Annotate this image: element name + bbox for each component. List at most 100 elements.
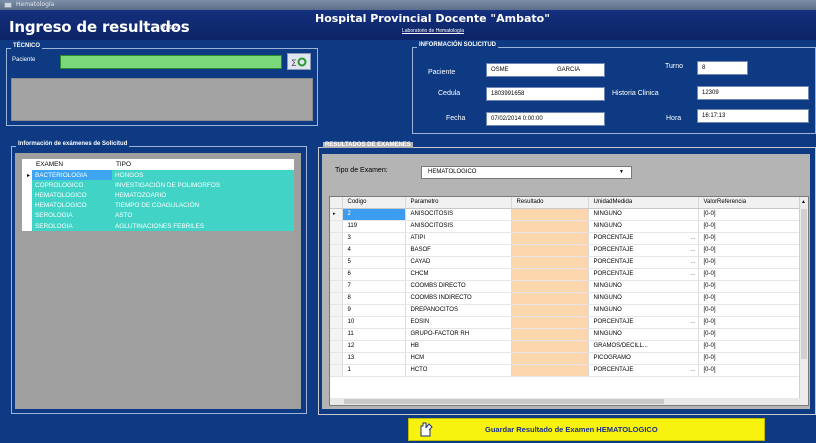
referencia-cell[interactable]: [0-0] — [698, 352, 801, 365]
result-row[interactable]: 1HCTO PORCENTAJE[0-0] — [330, 364, 801, 377]
referencia-cell[interactable]: [0-0] — [698, 280, 801, 293]
parametro-cell[interactable]: ATIPI — [405, 232, 512, 245]
exam-row[interactable]: HEMATOLOGICO HEMATOZOARIO — [22, 190, 294, 201]
search-patient-button[interactable]: Σ — [287, 53, 311, 70]
column-header-codigo[interactable]: Codigo — [342, 197, 406, 209]
row-selector[interactable] — [330, 244, 343, 257]
result-row[interactable]: ▸ 2 ANISOCITOSIS NINGUNO [0-0] — [330, 208, 801, 221]
codigo-cell[interactable]: 7 — [342, 280, 406, 293]
row-selector[interactable] — [330, 328, 343, 341]
unidad-cell[interactable]: PORCENTAJE — [588, 244, 699, 257]
unidad-cell[interactable]: NINGUNO — [588, 292, 699, 305]
column-header-parametro[interactable]: Parametro — [405, 197, 512, 209]
parametro-cell[interactable]: COOMBS DIRECTO — [405, 280, 512, 293]
referencia-cell[interactable]: [0-0] — [698, 304, 801, 317]
referencia-cell[interactable]: [0-0] — [698, 328, 801, 341]
parametro-cell[interactable]: CHCM — [405, 268, 512, 281]
referencia-cell[interactable]: [0-0] — [698, 232, 801, 245]
patient-list-panel[interactable] — [11, 78, 313, 121]
result-row[interactable]: 8 COOMBS INDIRECTO NINGUNO [0-0] — [330, 292, 801, 305]
exam-name[interactable]: BACTERIOLOGIA — [32, 170, 112, 181]
resultado-input[interactable] — [511, 244, 589, 257]
resultado-input[interactable] — [511, 220, 589, 233]
codigo-cell[interactable]: 1 — [342, 364, 406, 377]
parametro-cell[interactable]: HCTO — [405, 364, 512, 377]
row-selector-icon[interactable]: ▸ — [330, 208, 343, 221]
codigo-cell[interactable]: 8 — [342, 292, 406, 305]
resultado-input[interactable] — [511, 328, 589, 341]
exam-type[interactable]: TIEMPO DE COAGULACIÓN — [112, 200, 294, 211]
row-selector[interactable] — [330, 220, 343, 233]
result-row[interactable]: 13 HCM PICOGRAMO [0-0] — [330, 352, 801, 365]
parametro-cell[interactable]: HCM — [405, 352, 512, 365]
row-selector[interactable] — [330, 340, 343, 353]
resultado-input[interactable] — [511, 352, 589, 365]
exam-name[interactable]: SEROLOGIA — [32, 220, 112, 232]
exam-type[interactable]: ASTO — [112, 210, 294, 221]
exam-name[interactable]: HEMATOLOGICO — [32, 200, 112, 211]
column-header-resultado[interactable]: Resultado — [511, 197, 589, 209]
exam-name[interactable]: SEROLOGIA — [32, 210, 112, 221]
result-row[interactable]: 6CHCM PORCENTAJE[0-0] — [330, 268, 801, 281]
resultado-input[interactable] — [511, 256, 589, 269]
column-header-tipo[interactable]: TIPO — [112, 159, 294, 170]
parametro-cell[interactable]: BASOF — [405, 244, 512, 257]
codigo-cell[interactable]: 10 — [342, 316, 406, 329]
referencia-cell[interactable]: [0-0] — [698, 244, 801, 257]
exam-row[interactable]: COPROLOGICO INVESTIGACIÓN DE POLIMORFOS — [22, 180, 294, 191]
unidad-cell[interactable]: GRAMOS/DECILL... — [588, 340, 699, 353]
parametro-cell[interactable]: GRUPO-FACTOR RH — [405, 328, 512, 341]
row-selector[interactable] — [330, 280, 343, 293]
horizontal-scrollbar[interactable] — [330, 398, 800, 405]
unidad-cell[interactable]: PORCENTAJE — [588, 268, 699, 281]
codigo-cell[interactable]: 119 — [342, 220, 406, 233]
row-selector[interactable] — [330, 256, 343, 269]
unidad-cell[interactable]: NINGUNO — [588, 280, 699, 293]
referencia-cell[interactable]: [0-0] — [698, 268, 801, 281]
unidad-cell[interactable]: PORCENTAJE — [588, 232, 699, 245]
codigo-cell[interactable]: 9 — [342, 304, 406, 317]
codigo-cell[interactable]: 4 — [342, 244, 406, 257]
parametro-cell[interactable]: DREPANOCITOS — [405, 304, 512, 317]
row-selector[interactable] — [22, 190, 32, 201]
resultado-input[interactable] — [511, 316, 589, 329]
codigo-cell[interactable]: 2 — [342, 208, 406, 221]
parametro-cell[interactable]: ANISOCITOSIS — [405, 220, 512, 233]
row-selector[interactable] — [22, 180, 32, 191]
referencia-cell[interactable]: [0-0] — [698, 316, 801, 329]
parametro-cell[interactable]: EOSIN — [405, 316, 512, 329]
result-row[interactable]: 11 GRUPO-FACTOR RH NINGUNO [0-0] — [330, 328, 801, 341]
row-selector[interactable] — [330, 364, 343, 377]
referencia-cell[interactable]: [0-0] — [698, 364, 801, 377]
row-selector[interactable] — [22, 210, 32, 221]
exam-name[interactable]: COPROLOGICO — [32, 180, 112, 191]
codigo-cell[interactable]: 12 — [342, 340, 406, 353]
exam-row[interactable]: ▸ BACTERIOLOGIA HONGOS — [22, 170, 294, 181]
referencia-cell[interactable]: [0-0] — [698, 256, 801, 269]
resultado-input[interactable] — [511, 364, 589, 377]
save-result-button[interactable]: Guardar Resultado de Examen HEMATOLOGICO — [408, 418, 765, 441]
exam-type[interactable]: HONGOS — [112, 170, 294, 181]
result-row[interactable]: 4BASOF PORCENTAJE[0-0] — [330, 244, 801, 257]
row-selector[interactable] — [22, 220, 32, 232]
resultado-input[interactable] — [511, 280, 589, 293]
row-selector[interactable] — [330, 232, 343, 245]
unidad-cell[interactable]: NINGUNO — [588, 208, 699, 221]
exam-type[interactable]: AGLUTINACIONES FEBRILES — [112, 220, 294, 232]
exam-row[interactable]: HEMATOLOGICO TIEMPO DE COAGULACIÓN — [22, 200, 294, 211]
result-row[interactable]: 3ATIPI PORCENTAJE[0-0] — [330, 232, 801, 245]
exam-type[interactable]: INVESTIGACIÓN DE POLIMORFOS — [112, 180, 294, 191]
result-row[interactable]: 119 ANISOCITOSIS NINGUNO [0-0] — [330, 220, 801, 233]
vertical-scrollbar[interactable]: ▲ — [799, 197, 808, 405]
resultado-input[interactable] — [511, 340, 589, 353]
unidad-cell[interactable]: PICOGRAMO — [588, 352, 699, 365]
row-selector[interactable] — [330, 316, 343, 329]
chevron-down-icon[interactable]: ▼ — [619, 167, 624, 178]
scrollbar-thumb[interactable] — [801, 209, 807, 359]
scrollbar-thumb-horizontal[interactable] — [344, 399, 664, 404]
result-row[interactable]: 7 COOMBS DIRECTO NINGUNO [0-0] — [330, 280, 801, 293]
codigo-cell[interactable]: 13 — [342, 352, 406, 365]
row-selector-icon[interactable]: ▸ — [22, 170, 32, 181]
unidad-cell[interactable]: PORCENTAJE — [588, 364, 699, 377]
parametro-cell[interactable]: ANISOCITOSIS — [405, 208, 512, 221]
